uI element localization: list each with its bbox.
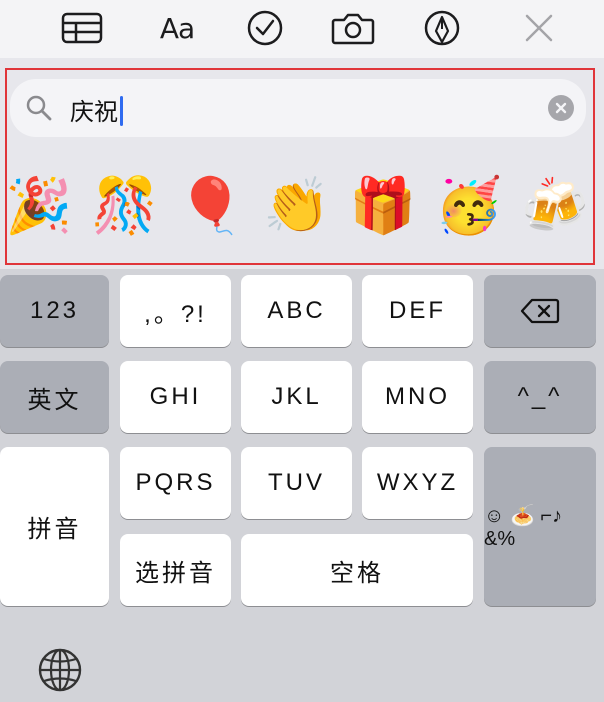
space-key[interactable]: 空格 — [241, 534, 473, 606]
wxyz-key[interactable]: WXYZ — [362, 447, 473, 519]
search-query-text: 庆祝 — [70, 98, 118, 126]
english-switch-key[interactable]: 英文 — [0, 361, 109, 433]
emoji-results-row: 🎉 🎊 🎈 👏 🎁 🥳 🍻 — [0, 166, 604, 246]
text-format-icon[interactable]: Aa — [152, 8, 202, 48]
emoji-result[interactable]: 🎉 — [4, 166, 74, 246]
punctuation-key-label: ,。?! — [144, 300, 207, 328]
emoji-result[interactable]: 🍻 — [520, 166, 590, 246]
search-query: 庆祝 — [70, 92, 123, 127]
def-key-label: DEF — [389, 297, 446, 324]
abc-key[interactable]: ABC — [241, 275, 352, 347]
pinyin-key-label: 拼音 — [27, 516, 82, 543]
numbers-key-label: 123 — [29, 297, 80, 324]
clear-search-button[interactable] — [548, 95, 574, 121]
emoji-result[interactable]: 👏 — [262, 166, 332, 246]
pqrs-key[interactable]: PQRS — [120, 447, 231, 519]
kaomoji-key[interactable]: ^_^ — [484, 361, 596, 433]
emoji-symbols-label: ☺ 🍝 ⌐♪ &% — [484, 504, 563, 550]
abc-key-label: ABC — [267, 297, 326, 324]
checkmark-circle-icon[interactable] — [243, 8, 287, 48]
clear-x-icon — [555, 102, 567, 114]
globe-icon[interactable] — [36, 646, 84, 694]
emoji-result[interactable]: 🎈 — [176, 166, 246, 246]
markup-pen-icon[interactable] — [420, 8, 464, 48]
english-switch-label: 英文 — [27, 386, 82, 414]
punctuation-key[interactable]: ,。?! — [120, 275, 231, 347]
emoji-result[interactable]: 🥳 — [434, 166, 504, 246]
select-pinyin-key[interactable]: 选拼音 — [120, 534, 231, 606]
tuv-key-label: TUV — [268, 469, 325, 496]
camera-icon[interactable] — [331, 8, 375, 48]
keyboard-toolbar: Aa — [0, 0, 604, 58]
pqrs-key-label: PQRS — [135, 469, 216, 496]
table-icon[interactable] — [60, 8, 104, 48]
text-format-label: Aa — [159, 11, 195, 45]
space-key-label: 空格 — [330, 559, 384, 587]
kaomoji-key-label: ^_^ — [517, 383, 563, 410]
backspace-icon — [520, 298, 560, 324]
tuv-key[interactable]: TUV — [241, 447, 352, 519]
jkl-key-label: JKL — [271, 383, 322, 410]
ghi-key[interactable]: GHI — [120, 361, 231, 433]
emoji-result[interactable]: 🎊 — [90, 166, 160, 246]
delete-key[interactable] — [484, 275, 596, 347]
numbers-key[interactable]: 123 — [0, 275, 109, 347]
emoji-result[interactable]: 🎁 — [348, 166, 418, 246]
wxyz-key-label: WXYZ — [376, 469, 459, 496]
pinyin-key[interactable]: 拼音 — [0, 447, 109, 606]
emoji-search-field[interactable]: 庆祝 — [10, 79, 586, 137]
mno-key-label: MNO — [385, 383, 450, 410]
jkl-key[interactable]: JKL — [241, 361, 352, 433]
ghi-key-label: GHI — [149, 383, 202, 410]
mno-key[interactable]: MNO — [362, 361, 473, 433]
select-pinyin-label: 选拼音 — [135, 559, 216, 587]
def-key[interactable]: DEF — [362, 275, 473, 347]
close-icon[interactable] — [517, 8, 561, 48]
text-caret — [120, 96, 123, 126]
search-icon — [24, 93, 54, 123]
emoji-symbols-key[interactable]: ☺ 🍝 ⌐♪ &% — [484, 447, 596, 606]
